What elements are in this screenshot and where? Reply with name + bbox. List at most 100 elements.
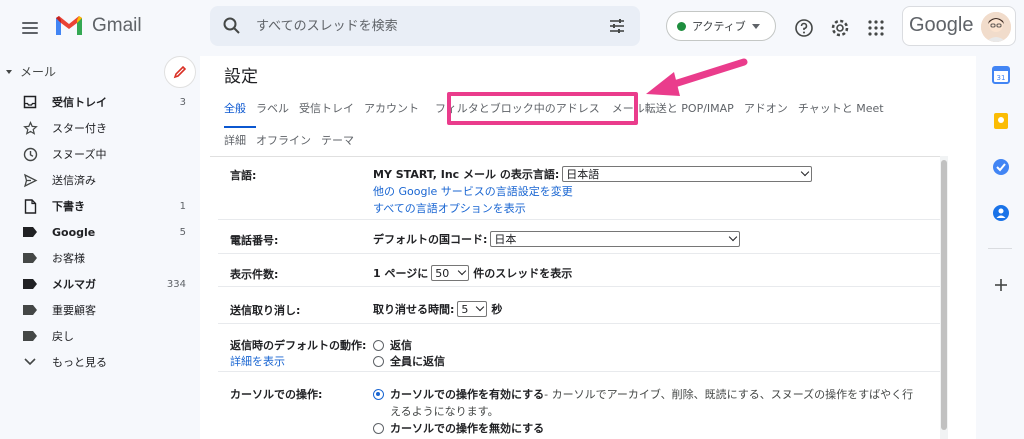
radio-reply-all[interactable]: [373, 355, 384, 367]
language-select[interactable]: 日本語: [562, 166, 813, 182]
clock-icon: [22, 146, 38, 162]
search-options-icon[interactable]: [607, 16, 627, 36]
hamburger-icon: [22, 22, 38, 34]
option-description: - カーソルでアーカイブ、削除、既読にする、スヌーズの操作をすばやく行: [544, 388, 914, 401]
mail-section-toggle[interactable]: メール: [6, 63, 56, 80]
caret-down-icon: [751, 23, 760, 29]
search-icon[interactable]: [222, 16, 242, 36]
nav-item-drafts[interactable]: 下書き 1: [0, 193, 200, 219]
tab-accounts[interactable]: アカウント: [359, 100, 424, 116]
cursor-option-disable[interactable]: カーソルでの操作を無効にする: [373, 420, 544, 436]
nav-item-label: スヌーズ中: [52, 148, 107, 161]
apps-button[interactable]: [860, 12, 892, 44]
nav-item-snoozed[interactable]: スヌーズ中: [0, 141, 200, 167]
all-language-options-link[interactable]: すべての言語オプションを表示: [373, 200, 526, 216]
nav-item-sent[interactable]: 送信済み: [0, 167, 200, 193]
draft-icon: [22, 198, 38, 214]
label-icon: [22, 224, 38, 240]
main-menu-button[interactable]: [14, 12, 46, 44]
tab-addons[interactable]: アドオン: [739, 100, 793, 116]
tab-general[interactable]: 全般: [224, 100, 251, 116]
avatar-image-icon: [981, 12, 1011, 42]
top-bar: Gmail アクティブ: [0, 0, 1024, 56]
undo-send-control: 取り消せる時間: 5 秒: [373, 301, 502, 317]
nav-item-label-key-clients[interactable]: 重要顧客: [0, 297, 200, 323]
nav-item-label: 重要顧客: [52, 304, 96, 317]
settings-scrollbar[interactable]: [940, 156, 948, 439]
tab-chat-meet[interactable]: チャットと Meet: [793, 100, 889, 116]
nav-item-more[interactable]: もっと見る: [0, 349, 200, 375]
nav-item-starred[interactable]: スター付き: [0, 115, 200, 141]
nav-item-label-google[interactable]: Google 5: [0, 219, 200, 245]
inbox-icon: [22, 94, 38, 110]
scrollbar-thumb[interactable]: [941, 160, 947, 430]
page-size-select[interactable]: 50: [431, 265, 470, 281]
account-button[interactable]: Google: [902, 6, 1016, 46]
tab-themes[interactable]: テーマ: [316, 132, 359, 148]
tab-advanced[interactable]: 詳細: [224, 132, 251, 148]
nav-item-label: 戻し: [52, 330, 74, 343]
option-label: 返信: [390, 339, 412, 352]
tab-offline[interactable]: オフライン: [251, 132, 316, 148]
avatar: [981, 12, 1011, 42]
nav-item-label: 送信済み: [52, 174, 96, 187]
nav-item-label: スター付き: [52, 122, 107, 135]
nav-item-label-returned[interactable]: 戻し: [0, 323, 200, 349]
page-title: 設定: [224, 67, 258, 87]
gmail-logo[interactable]: Gmail: [54, 14, 142, 37]
radio-reply[interactable]: [373, 339, 384, 351]
settings-button[interactable]: [824, 12, 856, 44]
radio-cursor-disable[interactable]: [373, 422, 384, 434]
label-icon: [22, 250, 38, 266]
reply-option-reply[interactable]: 返信: [373, 337, 412, 353]
setting-undo-send: 送信取り消し: 取り消せる時間: 5 秒: [218, 287, 940, 324]
compose-button[interactable]: [164, 56, 196, 88]
side-panel-divider: [988, 248, 1012, 249]
caret-down-icon: [729, 232, 738, 242]
nav-item-inbox[interactable]: 受信トレイ 3: [0, 89, 200, 115]
app-name: Gmail: [92, 14, 142, 36]
country-code-select[interactable]: 日本: [490, 231, 741, 247]
option-description-line2: えるようになります。: [390, 405, 499, 418]
search-bar[interactable]: [210, 6, 640, 46]
setting-cursor-actions: カーソルでの操作: カーソルでの操作を有効にする - カーソルでアーカイブ、削除…: [218, 372, 940, 439]
select-value: 日本語: [566, 168, 600, 181]
contacts-icon[interactable]: [992, 204, 1010, 222]
undo-send-select[interactable]: 5: [457, 301, 488, 317]
nav-item-label-newsletter[interactable]: メルマガ 334: [0, 271, 200, 297]
nav-item-label: 受信トレイ: [52, 96, 107, 109]
other-services-language-link[interactable]: 他の Google サービスの言語設定を変更: [373, 183, 573, 199]
caret-down-icon: [476, 302, 485, 312]
keep-icon[interactable]: [992, 112, 1010, 130]
undo-send-prefix: 取り消せる時間:: [373, 303, 455, 316]
nav-item-label: Google: [52, 225, 96, 239]
tab-inbox[interactable]: 受信トレイ: [294, 100, 359, 116]
reply-option-reply-all[interactable]: 全員に返信: [373, 353, 445, 369]
setting-label: 返信時のデフォルトの動作:: [230, 339, 367, 352]
radio-cursor-enable[interactable]: [373, 388, 384, 400]
search-input[interactable]: [256, 16, 586, 36]
side-panel: 31: [976, 56, 1024, 439]
gear-icon: [831, 19, 849, 37]
nav-list: 受信トレイ 3 スター付き スヌーズ中 送信済み 下書き 1 Google 5 …: [0, 89, 200, 375]
select-value: 50: [435, 266, 450, 280]
help-icon: [795, 19, 813, 37]
status-selector[interactable]: アクティブ: [666, 11, 776, 41]
nav-item-label: メルマガ: [52, 278, 96, 291]
tasks-icon[interactable]: [992, 158, 1010, 176]
cursor-option-enable[interactable]: カーソルでの操作を有効にする - カーソルでアーカイブ、削除、既読にする、スヌー…: [373, 386, 913, 402]
plus-icon[interactable]: [992, 276, 1010, 294]
support-button[interactable]: [788, 12, 820, 44]
calendar-icon[interactable]: 31: [992, 66, 1010, 84]
page-size-control: 1 ページに 50 件のスレッドを表示: [373, 265, 572, 281]
send-icon: [22, 172, 38, 188]
reply-details-link[interactable]: 詳細を表示: [230, 353, 285, 369]
caret-down-icon: [458, 266, 467, 276]
tab-labels[interactable]: ラベル: [251, 100, 294, 116]
phone-prefix: デフォルトの国コード:: [373, 233, 488, 246]
label-icon: [22, 302, 38, 318]
option-label: カーソルでの操作を無効にする: [390, 422, 545, 435]
nav-item-label-customers[interactable]: お客様: [0, 245, 200, 271]
label-icon: [22, 328, 38, 344]
pencil-icon: [173, 65, 187, 79]
